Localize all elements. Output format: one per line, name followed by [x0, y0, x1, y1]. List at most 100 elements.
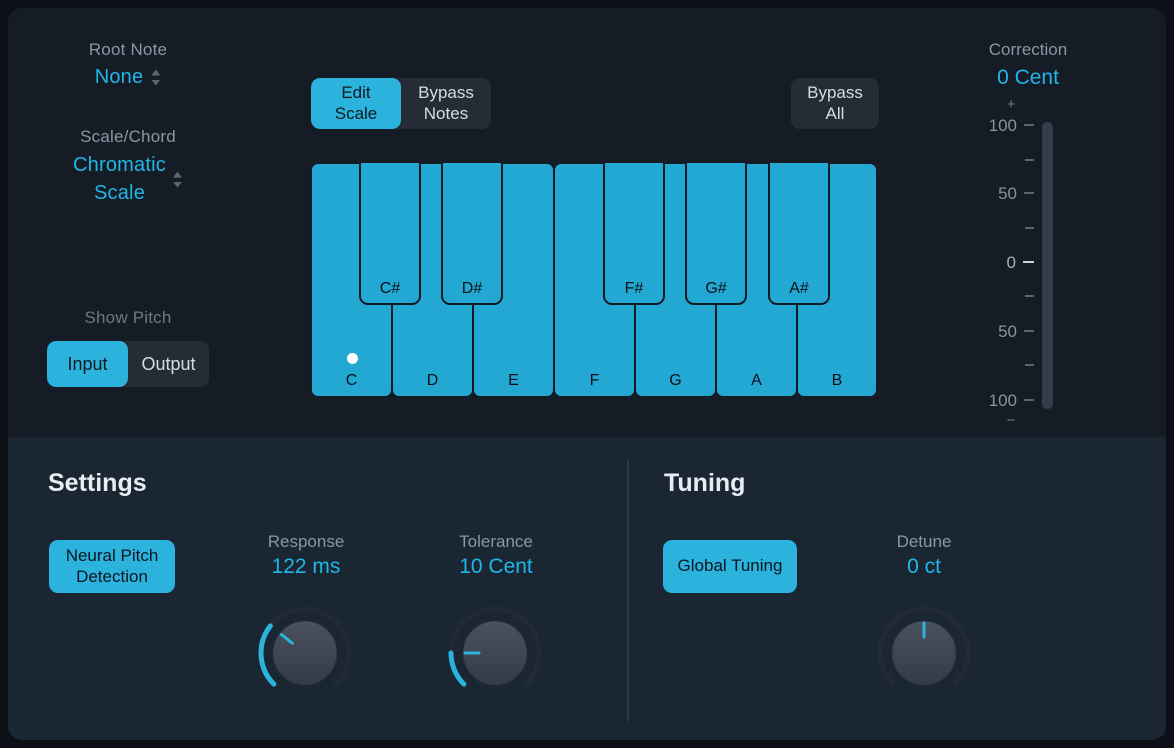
- piano-key-label-g: G: [669, 372, 682, 389]
- pitch-indicator-dot: [347, 353, 358, 364]
- section-divider: [627, 461, 629, 721]
- bypass-notes-button[interactable]: Bypass Notes: [401, 78, 491, 129]
- correction-tick-plus-75: [938, 153, 1034, 167]
- piano-key-c-sharp[interactable]: C#: [359, 163, 421, 305]
- piano-key-label-d: D: [426, 372, 439, 389]
- show-pitch-input-button[interactable]: Input: [47, 341, 128, 387]
- root-note-label: Root Note: [88, 40, 168, 59]
- neural-pitch-detection-button[interactable]: Neural Pitch Detection: [49, 540, 175, 593]
- root-note-group: Root Note None: [8, 40, 248, 89]
- piano-key-g-sharp[interactable]: G#: [685, 163, 747, 305]
- correction-tick-plus-25: [938, 221, 1034, 235]
- piano-key-label-d-sharp: D#: [461, 280, 483, 297]
- tick-mark-icon: [1024, 124, 1034, 126]
- stepper-updown-icon: [150, 69, 161, 87]
- settings-section-title: Settings: [48, 469, 147, 497]
- stepper-updown-icon: [172, 171, 183, 189]
- response-value: 122 ms: [271, 555, 341, 578]
- tolerance-label: Tolerance: [459, 532, 533, 551]
- bypass-all-line2: All: [825, 103, 845, 123]
- bypass-all-line1: Bypass: [807, 83, 863, 103]
- bottom-panel: Settings Tuning Neural Pitch Detection G…: [8, 437, 1166, 740]
- piano-keyboard: C D E F G A B C# D# F# G# A#: [311, 163, 877, 397]
- tick-mark-icon: [1024, 399, 1034, 401]
- tolerance-param-readout: Tolerance 10 Cent: [421, 532, 571, 579]
- left-controls-column: Root Note None Scale/Chord Chromatic Sca…: [8, 8, 298, 437]
- correction-tick-minus-75: [938, 358, 1034, 372]
- scale-chord-label: Scale/Chord: [80, 127, 176, 146]
- detune-label: Detune: [896, 532, 952, 551]
- tolerance-value: 10 Cent: [459, 555, 533, 578]
- correction-tick-zero: 0: [938, 252, 1034, 272]
- neural-pitch-line2: Detection: [76, 566, 148, 586]
- correction-minus-sign: −: [1006, 412, 1016, 429]
- neural-pitch-line1: Neural Pitch: [65, 546, 159, 566]
- scale-chord-selector[interactable]: Chromatic Scale: [8, 152, 248, 207]
- correction-meter-group: Correction 0 Cent + 100 50 0 50 100 −: [938, 8, 1166, 437]
- correction-tick-plus-100: 100: [938, 115, 1034, 135]
- tick-mark-icon: [1024, 330, 1034, 332]
- correction-tick-minus-50: 50: [938, 321, 1034, 341]
- edit-scale-button[interactable]: Edit Scale: [311, 78, 401, 129]
- piano-key-label-f: F: [589, 372, 600, 389]
- show-pitch-segmented-control: Input Output: [47, 341, 209, 387]
- piano-key-label-a: A: [751, 372, 762, 389]
- tick-mark-icon: [1023, 260, 1034, 264]
- tick-mark-icon: [1025, 227, 1034, 229]
- piano-key-f-sharp[interactable]: F#: [603, 163, 665, 305]
- response-label: Response: [267, 532, 345, 551]
- tick-mark-icon: [1025, 364, 1034, 366]
- show-pitch-output-button[interactable]: Output: [128, 341, 209, 387]
- correction-plus-sign: +: [1006, 96, 1016, 113]
- show-pitch-label: Show Pitch: [84, 308, 172, 327]
- tolerance-knob[interactable]: [447, 605, 543, 701]
- edit-scale-line2: Scale: [334, 103, 378, 123]
- piano-key-label-e: E: [508, 372, 519, 389]
- bypass-notes-line2: Notes: [423, 103, 469, 123]
- show-pitch-group: Show Pitch Input Output: [8, 308, 248, 387]
- correction-tick-label: 0: [1006, 252, 1016, 272]
- piano-key-label-c-sharp: C#: [379, 280, 401, 297]
- tick-mark-icon: [1024, 192, 1034, 194]
- piano-key-d-sharp[interactable]: D#: [441, 163, 503, 305]
- correction-tick-minus-25: [938, 289, 1034, 303]
- scale-chord-value-line1: Chromatic: [73, 154, 166, 176]
- tuning-section-title: Tuning: [664, 469, 746, 497]
- correction-tick-label: 100: [988, 390, 1017, 410]
- bypass-all-button[interactable]: Bypass All: [791, 78, 879, 129]
- correction-tick-label: 100: [988, 115, 1017, 135]
- scale-chord-group: Scale/Chord Chromatic Scale: [8, 127, 248, 207]
- tick-mark-icon: [1025, 295, 1034, 297]
- piano-key-label-a-sharp: A#: [789, 280, 809, 297]
- root-note-value: None: [94, 66, 144, 88]
- response-knob[interactable]: [257, 605, 353, 701]
- global-tuning-label: Global Tuning: [677, 556, 783, 576]
- scale-mode-button-group: Edit Scale Bypass Notes: [311, 78, 491, 129]
- response-param-readout: Response 122 ms: [231, 532, 381, 579]
- correction-tick-minus-100: 100: [938, 390, 1034, 410]
- bypass-notes-line1: Bypass: [418, 83, 474, 103]
- scale-chord-value: Chromatic Scale: [73, 152, 166, 207]
- edit-scale-line1: Edit: [341, 83, 371, 103]
- scale-chord-value-line2: Scale: [93, 181, 146, 204]
- correction-label: Correction: [988, 40, 1068, 59]
- tick-mark-icon: [1025, 159, 1034, 161]
- plugin-window: Root Note None Scale/Chord Chromatic Sca…: [0, 0, 1174, 748]
- correction-value: 0 Cent: [997, 66, 1059, 89]
- plugin-body: Root Note None Scale/Chord Chromatic Sca…: [8, 8, 1166, 740]
- detune-value: 0 ct: [907, 555, 941, 578]
- detune-param-readout: Detune 0 ct: [849, 532, 999, 579]
- correction-tick-label: 50: [998, 183, 1017, 203]
- piano-key-label-f-sharp: F#: [624, 280, 644, 297]
- correction-tick-label: 50: [998, 321, 1017, 341]
- piano-key-label-g-sharp: G#: [705, 280, 727, 297]
- detune-knob[interactable]: [876, 605, 972, 701]
- top-panel: Root Note None Scale/Chord Chromatic Sca…: [8, 8, 1166, 437]
- piano-key-label-c: C: [345, 372, 358, 389]
- correction-meter-track[interactable]: [1042, 122, 1053, 409]
- root-note-selector[interactable]: None: [8, 66, 248, 89]
- piano-key-label-b: B: [831, 372, 843, 389]
- correction-tick-plus-50: 50: [938, 183, 1034, 203]
- piano-key-a-sharp[interactable]: A#: [768, 163, 830, 305]
- global-tuning-button[interactable]: Global Tuning: [663, 540, 797, 593]
